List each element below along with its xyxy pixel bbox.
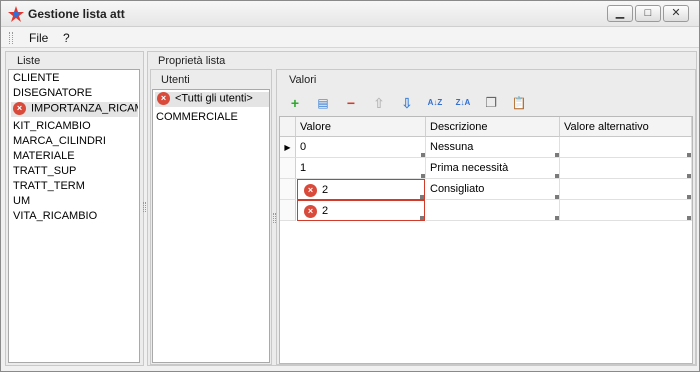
cell-handle-icon — [420, 195, 424, 199]
list-item[interactable]: VITA_RICAMBIO — [13, 210, 97, 225]
list-item[interactable]: UM — [13, 195, 30, 210]
cell-handle-icon — [421, 153, 425, 157]
cell-handle-icon — [687, 174, 691, 178]
sort-az-button[interactable]: A↓Z — [425, 93, 445, 113]
close-icon: ✕ — [671, 7, 681, 19]
cell-text: 2 — [322, 205, 329, 217]
list-item[interactable]: TRATT_SUP — [13, 165, 76, 180]
valori-grid[interactable]: Valore Descrizione Valore alternativo ▶ … — [279, 116, 693, 364]
cell-handle-icon — [555, 153, 559, 157]
cell-handle-icon — [555, 174, 559, 178]
list-item[interactable]: KIT_RICAMBIO — [13, 120, 91, 135]
grid-header-corner — [280, 117, 296, 137]
minimize-button[interactable]: ▁ — [607, 5, 633, 22]
add-button[interactable]: + — [285, 93, 305, 113]
column-header-descrizione[interactable]: Descrizione — [426, 117, 560, 137]
splitter-handle[interactable] — [143, 202, 146, 212]
column-header-valore-alternativo[interactable]: Valore alternativo — [560, 117, 692, 137]
paste-button[interactable]: 📋 — [509, 93, 529, 113]
add-row-button[interactable]: ▤ — [313, 93, 333, 113]
cell-handle-icon — [687, 153, 691, 157]
minimize-icon: ▁ — [615, 7, 625, 19]
utenti-listbox[interactable]: × <Tutti gli utenti> COMMERCIALE — [152, 89, 270, 363]
cell-text: Nessuna — [430, 141, 474, 153]
row-indicator[interactable] — [280, 158, 296, 179]
row-indicator[interactable] — [280, 179, 296, 200]
list-item-selected[interactable]: × IMPORTANZA_RICAMBIO — [11, 102, 138, 117]
grid-cell[interactable]: Nessuna — [426, 137, 560, 158]
list-item[interactable]: CLIENTE — [13, 72, 59, 87]
list-item[interactable]: COMMERCIALE — [156, 111, 238, 126]
proprieta-title: Proprietà lista — [158, 55, 226, 67]
grid-cell[interactable] — [560, 137, 692, 158]
grid-cell[interactable] — [426, 200, 560, 221]
cell-handle-icon — [555, 195, 559, 199]
menu-help[interactable]: ? — [63, 31, 70, 45]
window-title: Gestione lista att — [28, 7, 125, 21]
grid-cell-error[interactable]: × 2 — [297, 200, 425, 221]
menu-file[interactable]: File — [29, 31, 48, 45]
cell-text: 2 — [322, 184, 329, 196]
maximize-button[interactable]: □ — [635, 5, 661, 22]
list-item-label: IMPORTANZA_RICAMBIO — [31, 102, 138, 115]
close-button[interactable]: ✕ — [663, 5, 689, 22]
grid-cell-error[interactable]: × 2 — [297, 179, 425, 200]
list-item[interactable]: MARCA_CILINDRI — [13, 135, 106, 150]
menu-grip-icon — [9, 32, 13, 44]
liste-title: Liste — [17, 55, 41, 67]
cell-text: Consigliato — [430, 183, 485, 195]
valori-title: Valori — [289, 74, 317, 86]
cell-handle-icon — [687, 195, 691, 199]
cell-handle-icon — [421, 174, 425, 178]
move-down-button[interactable]: ⇩ — [397, 93, 417, 113]
list-item-label: <Tutti gli utenti> — [175, 92, 253, 105]
cell-text: 1 — [300, 162, 307, 174]
maximize-icon: □ — [644, 7, 652, 19]
title-bar: Gestione lista att ▁ □ ✕ — [1, 1, 699, 27]
list-item[interactable]: DISEGNATORE — [13, 87, 92, 102]
grid-cell[interactable] — [560, 158, 692, 179]
row-current-icon: ▶ — [280, 137, 296, 158]
list-item-selected[interactable]: × <Tutti gli utenti> — [155, 92, 269, 107]
error-icon: × — [304, 183, 317, 197]
sort-za-button[interactable]: Z↓A — [453, 93, 473, 113]
grid-cell[interactable]: Prima necessità — [426, 158, 560, 179]
remove-button[interactable]: − — [341, 93, 361, 113]
cell-handle-icon — [687, 216, 691, 220]
list-item[interactable]: MATERIALE — [13, 150, 75, 165]
copy-button[interactable]: ❐ — [481, 93, 501, 113]
grid-cell[interactable]: 1 — [296, 158, 426, 179]
list-item[interactable]: TRATT_TERM — [13, 180, 85, 195]
column-header-valore[interactable]: Valore — [296, 117, 426, 137]
main-window: Gestione lista att ▁ □ ✕ File ? Liste CL… — [0, 0, 700, 372]
grid-cell[interactable] — [560, 179, 692, 200]
row-indicator[interactable] — [280, 200, 296, 221]
grid-cell[interactable] — [560, 200, 692, 221]
grid-cell[interactable]: 0 — [296, 137, 426, 158]
error-icon: × — [157, 92, 170, 105]
grid-cell[interactable]: Consigliato — [426, 179, 560, 200]
app-icon — [8, 6, 24, 22]
cell-text: 0 — [300, 141, 307, 153]
liste-listbox[interactable]: CLIENTE DISEGNATORE × IMPORTANZA_RICAMBIO… — [8, 69, 140, 363]
error-icon: × — [13, 102, 26, 115]
utenti-title: Utenti — [161, 74, 190, 86]
error-icon: × — [304, 204, 317, 218]
cell-text: Prima necessità — [430, 162, 509, 174]
move-up-button[interactable]: ⇧ — [369, 93, 389, 113]
menu-bar: File ? — [1, 27, 699, 48]
cell-handle-icon — [555, 216, 559, 220]
cell-handle-icon — [420, 216, 424, 220]
